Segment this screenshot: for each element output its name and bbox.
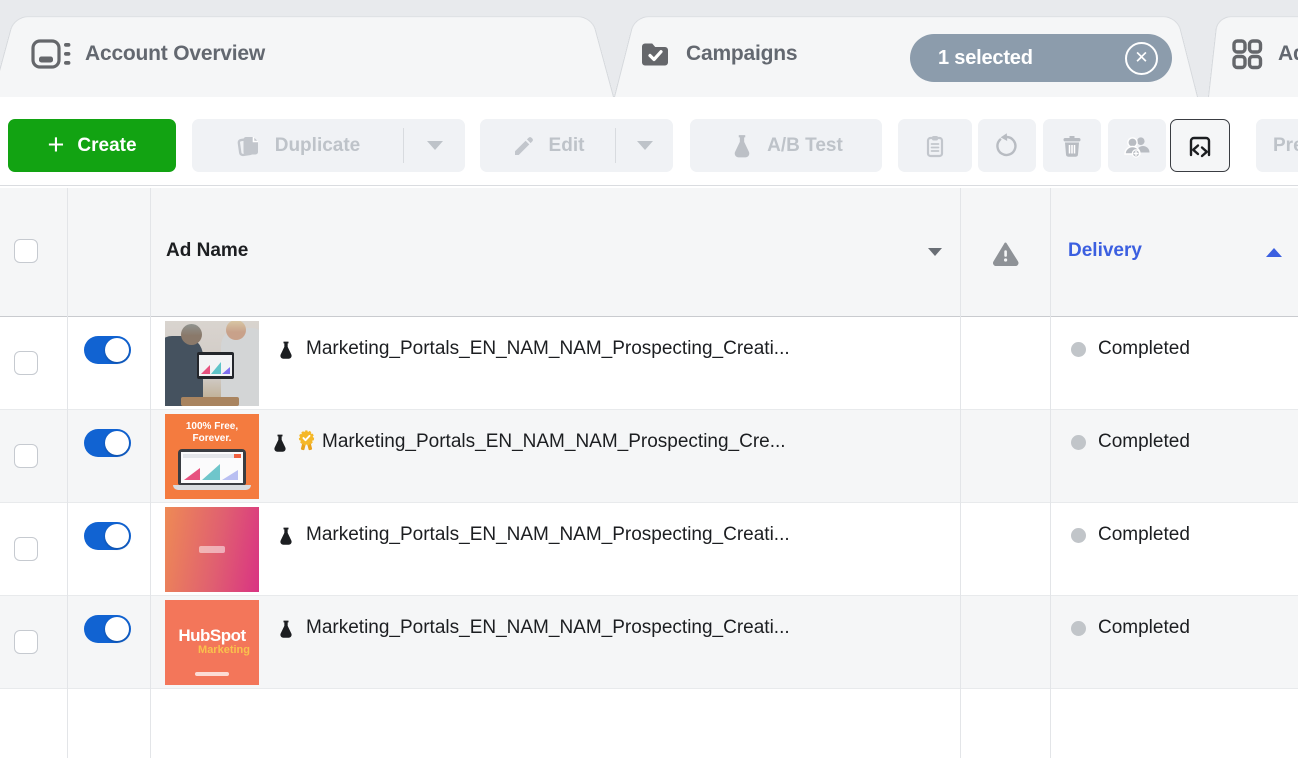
delivery-status: Completed [1098, 431, 1190, 453]
toggle-knob [105, 338, 129, 362]
ab-test-button[interactable]: A/B Test [690, 119, 882, 172]
toggle-knob [105, 431, 129, 455]
ad-status-toggle-on[interactable] [84, 429, 131, 457]
delivery-status: Completed [1098, 338, 1190, 360]
preview-button[interactable]: Preview [1256, 119, 1298, 172]
status-dot [1071, 528, 1086, 543]
edit-label: Edit [549, 135, 585, 157]
people-plus-icon [1123, 132, 1151, 160]
code-frame-arrows-icon [1185, 131, 1215, 161]
status-dot [1071, 435, 1086, 450]
trash-icon [1059, 133, 1085, 159]
tab-account-overview[interactable]: Account Overview [0, 10, 614, 97]
tab-label: Campaigns [686, 42, 797, 66]
flask-icon [276, 339, 296, 361]
preview-label: Preview [1273, 135, 1298, 157]
delivery-status: Completed [1098, 524, 1190, 546]
ad-name[interactable]: Marketing_Portals_EN_NAM_NAM_Prospecting… [306, 524, 790, 546]
create-label: Create [77, 135, 136, 157]
tab-label: Ad sets [1278, 42, 1298, 66]
clear-selection-icon[interactable]: ✕ [1125, 42, 1158, 75]
flask-icon [276, 525, 296, 547]
ab-test-label: A/B Test [767, 135, 843, 157]
tab-campaigns[interactable]: Campaigns 1 selected ✕ [614, 10, 1198, 97]
status-dot [1071, 621, 1086, 636]
award-badge-icon [297, 430, 316, 453]
duplicate-label: Duplicate [275, 135, 361, 157]
ad-thumbnail-free-forever: 100% Free,Forever. [165, 414, 259, 499]
column-header-delivery[interactable]: Delivery [1068, 240, 1142, 262]
warning-triangle-icon [992, 241, 1019, 266]
column-header-issues[interactable] [992, 241, 1019, 271]
duplicate-button[interactable]: Duplicate [192, 119, 403, 172]
pencil-icon [511, 133, 537, 159]
row-checkbox[interactable] [14, 537, 38, 561]
ad-thumbnail-hubspot: HubSpot Marketing [165, 600, 259, 685]
flask-icon [270, 432, 290, 454]
ads-table-body: Marketing_Portals_EN_NAM_NAM_Prospecting… [0, 317, 1298, 689]
table-header: Ad Name Delivery [0, 188, 1298, 317]
create-button[interactable]: + Create [8, 119, 176, 172]
audience-button[interactable] [1108, 119, 1166, 172]
ads-grid-icon [1230, 37, 1264, 71]
campaigns-folder-check-icon [638, 37, 672, 71]
level-tab-bar: Account Overview Campaigns 1 selected ✕ [0, 0, 1298, 97]
refresh-icon [993, 132, 1021, 160]
edit-dropdown-toggle[interactable] [616, 119, 673, 172]
ad-name[interactable]: Marketing_Portals_EN_NAM_NAM_Prospecting… [306, 338, 790, 360]
duplicate-pages-icon [235, 132, 263, 160]
tab-ad-sets[interactable]: Ad sets [1208, 10, 1298, 97]
account-overview-icon [30, 37, 71, 71]
flask-icon [276, 618, 296, 640]
ad-status-toggle-on[interactable] [84, 615, 131, 643]
flask-icon [729, 133, 755, 159]
table-row[interactable]: 100% Free,Forever. Marketing_Portals_EN_… [0, 410, 1298, 503]
chevron-down-icon [427, 141, 443, 150]
delete-button[interactable] [1043, 119, 1101, 172]
view-setup-code-button[interactable] [1170, 119, 1230, 172]
ad-thumbnail-gradient [165, 507, 259, 592]
chevron-down-icon [637, 141, 653, 150]
table-row[interactable]: HubSpot Marketing Marketing_Portals_EN_N… [0, 596, 1298, 689]
delivery-status: Completed [1098, 617, 1190, 639]
ad-status-toggle-on[interactable] [84, 336, 131, 364]
sort-ascending-icon [1266, 248, 1282, 257]
row-checkbox[interactable] [14, 444, 38, 468]
chevron-down-icon[interactable] [928, 248, 942, 256]
selected-count-pill[interactable]: 1 selected ✕ [910, 34, 1172, 82]
toggle-knob [105, 524, 129, 548]
edit-split-button[interactable]: Edit [480, 119, 673, 172]
clipboard-icon [922, 133, 948, 159]
ad-thumbnail-photo [165, 321, 259, 406]
table-row[interactable]: Marketing_Portals_EN_NAM_NAM_Prospecting… [0, 317, 1298, 410]
table-row[interactable]: Marketing_Portals_EN_NAM_NAM_Prospecting… [0, 503, 1298, 596]
column-header-ad-name[interactable]: Ad Name [166, 240, 248, 262]
row-checkbox[interactable] [14, 630, 38, 654]
select-all-checkbox[interactable] [14, 239, 38, 263]
ad-status-toggle-on[interactable] [84, 522, 131, 550]
ads-manager-screen: Account Overview Campaigns 1 selected ✕ [0, 0, 1298, 758]
table-footer: Results from 4 ads i [0, 689, 1298, 758]
duplicate-dropdown-toggle[interactable] [404, 119, 465, 172]
edit-button[interactable]: Edit [480, 119, 615, 172]
toggle-knob [105, 617, 129, 641]
status-dot [1071, 342, 1086, 357]
row-checkbox[interactable] [14, 351, 38, 375]
selected-count-label: 1 selected [938, 47, 1033, 70]
refresh-button[interactable] [978, 119, 1036, 172]
duplicate-split-button[interactable]: Duplicate [192, 119, 465, 172]
ad-name[interactable]: Marketing_Portals_EN_NAM_NAM_Prospecting… [306, 617, 790, 639]
paste-button[interactable] [898, 119, 972, 172]
tab-label: Account Overview [85, 42, 265, 66]
ad-name[interactable]: Marketing_Portals_EN_NAM_NAM_Prospecting… [322, 431, 786, 453]
action-toolbar: + Create Duplicate [0, 97, 1298, 186]
